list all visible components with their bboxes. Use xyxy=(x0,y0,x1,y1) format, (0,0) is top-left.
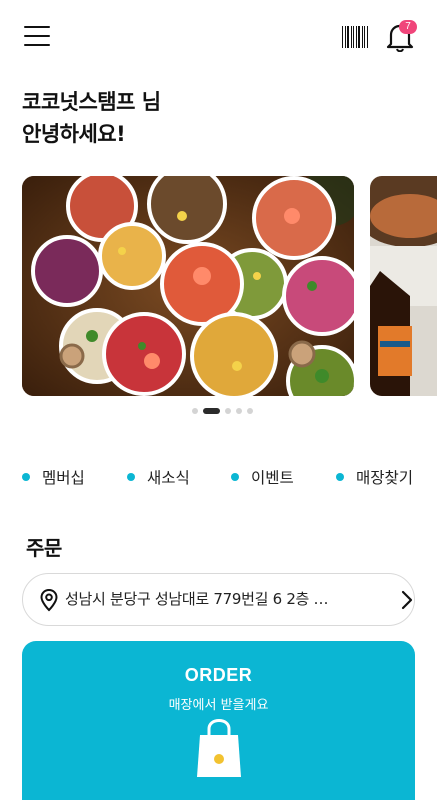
order-title: ORDER xyxy=(184,665,253,685)
store-address-selector[interactable]: 성남시 분당구 성남대로 779번길 6 2층 … xyxy=(22,573,415,626)
carousel-dot[interactable] xyxy=(225,408,231,414)
quick-link-event[interactable]: 이벤트 xyxy=(231,462,294,492)
quick-link-store-finder[interactable]: 매장찾기 xyxy=(336,462,413,492)
section-title-order: 주문 xyxy=(26,536,62,560)
quick-link-label: 멤버십 xyxy=(42,469,85,487)
banner-slide-next[interactable] xyxy=(370,176,437,396)
greeting-hello: 안녕하세요! xyxy=(22,122,126,146)
chevron-right-icon xyxy=(401,590,413,610)
bullet-icon xyxy=(127,473,135,481)
carousel-dots xyxy=(192,407,258,415)
carousel-dot[interactable] xyxy=(236,408,242,414)
quick-link-membership[interactable]: 멤버십 xyxy=(22,462,85,492)
hamburger-menu-icon[interactable] xyxy=(24,26,50,48)
carousel-dot-active[interactable] xyxy=(203,408,220,414)
carousel-dot[interactable] xyxy=(247,408,253,414)
banner-next-image xyxy=(370,176,437,396)
notification-badge: 7 xyxy=(399,20,417,34)
banner-slide-poke-bowls[interactable] xyxy=(22,176,354,396)
bullet-icon xyxy=(336,473,344,481)
bullet-icon xyxy=(231,473,239,481)
bullet-icon xyxy=(22,473,30,481)
quick-link-label: 매장찾기 xyxy=(356,469,414,487)
greeting-name: 코코넛스탬프 님 xyxy=(22,90,161,114)
quick-link-news[interactable]: 새소식 xyxy=(127,462,190,492)
greeting: 코코넛스탬프 님 안녕하세요! xyxy=(22,86,161,150)
top-bar: 7 xyxy=(0,0,437,72)
quick-link-label: 이벤트 xyxy=(251,469,294,487)
quick-links: 멤버십 새소식 이벤트 매장찾기 xyxy=(0,462,437,492)
barcode-icon[interactable] xyxy=(342,26,370,48)
order-subtitle: 매장에서 받을게요 xyxy=(168,698,269,713)
carousel-dot[interactable] xyxy=(192,408,198,414)
order-pickup-button[interactable]: ORDER 매장에서 받을게요 xyxy=(22,641,415,800)
shopping-bag-icon xyxy=(197,719,241,777)
store-address-text: 성남시 분당구 성남대로 779번길 6 2층 … xyxy=(65,590,329,608)
banner-image xyxy=(22,176,354,396)
location-pin-icon xyxy=(40,588,58,612)
quick-link-label: 새소식 xyxy=(147,469,190,487)
